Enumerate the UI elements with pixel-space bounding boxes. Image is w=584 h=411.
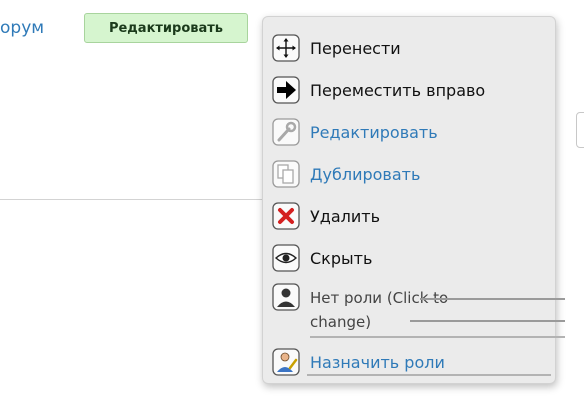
scribble-line <box>310 336 565 338</box>
menu-item-edit[interactable]: Редактировать <box>263 112 555 152</box>
wrench-icon <box>271 117 301 147</box>
menu-item-label: Переместить вправо <box>310 80 486 100</box>
menu-item-move-right[interactable]: Переместить вправо <box>263 70 555 110</box>
scribble-line <box>410 320 565 322</box>
menu-item-label: Дублировать <box>310 164 421 184</box>
menu-item-assign-roles[interactable]: Назначить роли <box>263 342 555 382</box>
section-divider <box>0 199 262 200</box>
arrow-right-icon <box>271 75 301 105</box>
duplicate-icon <box>271 159 301 189</box>
menu-item-delete[interactable]: Удалить <box>263 196 555 236</box>
assign-roles-icon <box>271 347 301 377</box>
scribble-line <box>420 298 565 300</box>
edit-button[interactable]: Редактировать <box>84 13 248 43</box>
partial-control[interactable] <box>576 112 584 148</box>
action-menu: Перенести Переместить вправо Редактирова… <box>262 16 565 384</box>
scribble-line <box>307 374 551 376</box>
move-icon <box>271 33 301 63</box>
role-change-label: Нет роли (Click to change) <box>310 286 565 338</box>
menu-item-label: Перенести <box>310 38 401 58</box>
menu-item-label: Назначить роли <box>310 352 445 372</box>
menu-item-label: Нет роли (Click to change) <box>310 289 449 331</box>
user-icon <box>271 282 301 312</box>
menu-item-label: Редактировать <box>310 122 438 142</box>
menu-item-label: Скрыть <box>310 248 373 268</box>
menu-item-duplicate[interactable]: Дублировать <box>263 154 555 194</box>
eye-icon <box>271 243 301 273</box>
delete-icon <box>271 201 301 231</box>
menu-item-role-change[interactable]: Нет роли (Click to change) <box>263 280 565 338</box>
menu-item-label: Удалить <box>310 206 380 226</box>
menu-item-move[interactable]: Перенести <box>263 28 555 68</box>
forum-link[interactable]: орум <box>0 18 44 38</box>
menu-item-hide[interactable]: Скрыть <box>263 238 555 278</box>
